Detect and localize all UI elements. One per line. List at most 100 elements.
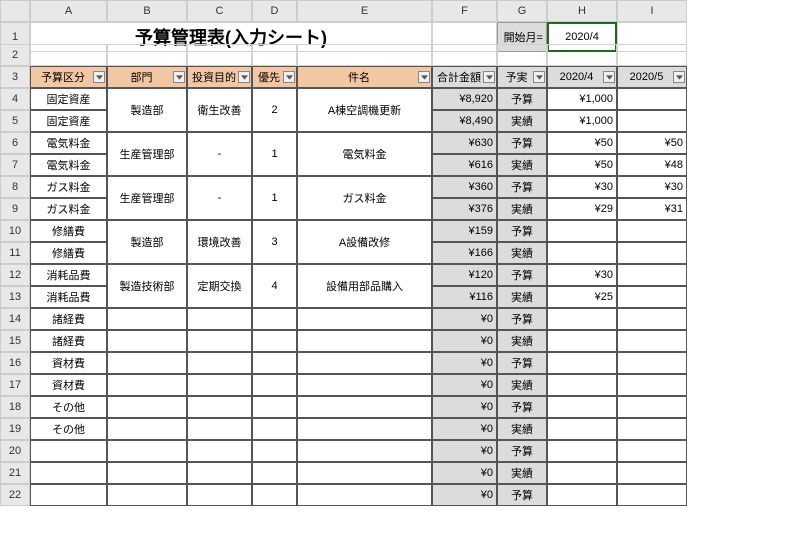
cell-I15[interactable] bbox=[617, 330, 687, 352]
cell-A5[interactable]: 固定資産 bbox=[30, 110, 107, 132]
cell-r2-5[interactable] bbox=[432, 44, 497, 66]
cell-E21[interactable] bbox=[297, 462, 432, 484]
cell-r2-2[interactable] bbox=[187, 44, 252, 66]
row-header-11[interactable]: 11 bbox=[0, 242, 30, 264]
cell-I4[interactable] bbox=[617, 88, 687, 110]
cell-A16[interactable]: 資材費 bbox=[30, 352, 107, 374]
cell-G22[interactable]: 予算 bbox=[497, 484, 547, 506]
cell-F8[interactable]: ¥360 bbox=[432, 176, 497, 198]
cell-I20[interactable] bbox=[617, 440, 687, 462]
row-header-8[interactable]: 8 bbox=[0, 176, 30, 198]
cell-E6[interactable]: 電気料金 bbox=[297, 132, 432, 176]
cell-H17[interactable] bbox=[547, 374, 617, 396]
cell-I19[interactable] bbox=[617, 418, 687, 440]
row-header-19[interactable]: 19 bbox=[0, 418, 30, 440]
cell-F15[interactable]: ¥0 bbox=[432, 330, 497, 352]
cell-H15[interactable] bbox=[547, 330, 617, 352]
cell-r2-4[interactable] bbox=[297, 44, 432, 66]
cell-G7[interactable]: 実績 bbox=[497, 154, 547, 176]
cell-H8[interactable]: ¥30 bbox=[547, 176, 617, 198]
cell-I17[interactable] bbox=[617, 374, 687, 396]
cell-H13[interactable]: ¥25 bbox=[547, 286, 617, 308]
cell-A22[interactable] bbox=[30, 484, 107, 506]
cell-D6[interactable]: 1 bbox=[252, 132, 297, 176]
cell-C19[interactable] bbox=[187, 418, 252, 440]
cell-C16[interactable] bbox=[187, 352, 252, 374]
cell-H21[interactable] bbox=[547, 462, 617, 484]
cell-G20[interactable]: 予算 bbox=[497, 440, 547, 462]
row-header-17[interactable]: 17 bbox=[0, 374, 30, 396]
cell-C10[interactable]: 環境改善 bbox=[187, 220, 252, 264]
cell-F17[interactable]: ¥0 bbox=[432, 374, 497, 396]
cell-E18[interactable] bbox=[297, 396, 432, 418]
row-header-4[interactable]: 4 bbox=[0, 88, 30, 110]
cell-F4[interactable]: ¥8,920 bbox=[432, 88, 497, 110]
cell-C14[interactable] bbox=[187, 308, 252, 330]
cell-F22[interactable]: ¥0 bbox=[432, 484, 497, 506]
cell-A12[interactable]: 消耗品費 bbox=[30, 264, 107, 286]
cell-I16[interactable] bbox=[617, 352, 687, 374]
cell-F18[interactable]: ¥0 bbox=[432, 396, 497, 418]
cell-H20[interactable] bbox=[547, 440, 617, 462]
cell-C4[interactable]: 衛生改善 bbox=[187, 88, 252, 132]
cell-A21[interactable] bbox=[30, 462, 107, 484]
cell-C20[interactable] bbox=[187, 440, 252, 462]
filter-dropdown-icon[interactable] bbox=[173, 71, 185, 83]
row-header-15[interactable]: 15 bbox=[0, 330, 30, 352]
cell-D21[interactable] bbox=[252, 462, 297, 484]
select-all-corner[interactable] bbox=[0, 0, 30, 22]
cell-F21[interactable]: ¥0 bbox=[432, 462, 497, 484]
cell-B19[interactable] bbox=[107, 418, 187, 440]
cell-H6[interactable]: ¥50 bbox=[547, 132, 617, 154]
column-header-H[interactable]: H bbox=[547, 0, 617, 22]
row-header-22[interactable]: 22 bbox=[0, 484, 30, 506]
cell-C12[interactable]: 定期交換 bbox=[187, 264, 252, 308]
cell-r2-3[interactable] bbox=[252, 44, 297, 66]
row-header-9[interactable]: 9 bbox=[0, 198, 30, 220]
cell-H10[interactable] bbox=[547, 220, 617, 242]
cell-E16[interactable] bbox=[297, 352, 432, 374]
filter-dropdown-icon[interactable] bbox=[93, 71, 105, 83]
cell-C18[interactable] bbox=[187, 396, 252, 418]
column-header-C[interactable]: C bbox=[187, 0, 252, 22]
cell-G18[interactable]: 予算 bbox=[497, 396, 547, 418]
cell-A9[interactable]: ガス料金 bbox=[30, 198, 107, 220]
cell-I18[interactable] bbox=[617, 396, 687, 418]
column-header-G[interactable]: G bbox=[497, 0, 547, 22]
cell-D10[interactable]: 3 bbox=[252, 220, 297, 264]
cell-A7[interactable]: 電気料金 bbox=[30, 154, 107, 176]
cell-G21[interactable]: 実績 bbox=[497, 462, 547, 484]
column-header-F[interactable]: F bbox=[432, 0, 497, 22]
cell-A14[interactable]: 諸経費 bbox=[30, 308, 107, 330]
header-A[interactable]: 予算区分 bbox=[30, 66, 107, 88]
filter-dropdown-icon[interactable] bbox=[238, 71, 250, 83]
cell-D15[interactable] bbox=[252, 330, 297, 352]
cell-E12[interactable]: 設備用部品購入 bbox=[297, 264, 432, 308]
cell-G4[interactable]: 予算 bbox=[497, 88, 547, 110]
row-header-21[interactable]: 21 bbox=[0, 462, 30, 484]
column-header-D[interactable]: D bbox=[252, 0, 297, 22]
cell-F10[interactable]: ¥159 bbox=[432, 220, 497, 242]
row-header-6[interactable]: 6 bbox=[0, 132, 30, 154]
cell-D17[interactable] bbox=[252, 374, 297, 396]
cell-r2-0[interactable] bbox=[30, 44, 107, 66]
cell-G8[interactable]: 予算 bbox=[497, 176, 547, 198]
cell-H16[interactable] bbox=[547, 352, 617, 374]
cell-I21[interactable] bbox=[617, 462, 687, 484]
cell-r2-8[interactable] bbox=[617, 44, 687, 66]
row-header-14[interactable]: 14 bbox=[0, 308, 30, 330]
cell-E14[interactable] bbox=[297, 308, 432, 330]
cell-G12[interactable]: 予算 bbox=[497, 264, 547, 286]
cell-B12[interactable]: 製造技術部 bbox=[107, 264, 187, 308]
column-header-E[interactable]: E bbox=[297, 0, 432, 22]
cell-B8[interactable]: 生産管理部 bbox=[107, 176, 187, 220]
header-E[interactable]: 件名 bbox=[297, 66, 432, 88]
cell-E19[interactable] bbox=[297, 418, 432, 440]
header-I[interactable]: 2020/5 bbox=[617, 66, 687, 88]
cell-H11[interactable] bbox=[547, 242, 617, 264]
spreadsheet-grid[interactable]: ABCDEFGHI1予算管理表(入力シート)開始月=2020/423予算区分部門… bbox=[0, 0, 798, 506]
cell-H18[interactable] bbox=[547, 396, 617, 418]
column-header-B[interactable]: B bbox=[107, 0, 187, 22]
cell-A15[interactable]: 諸経費 bbox=[30, 330, 107, 352]
cell-I9[interactable]: ¥31 bbox=[617, 198, 687, 220]
